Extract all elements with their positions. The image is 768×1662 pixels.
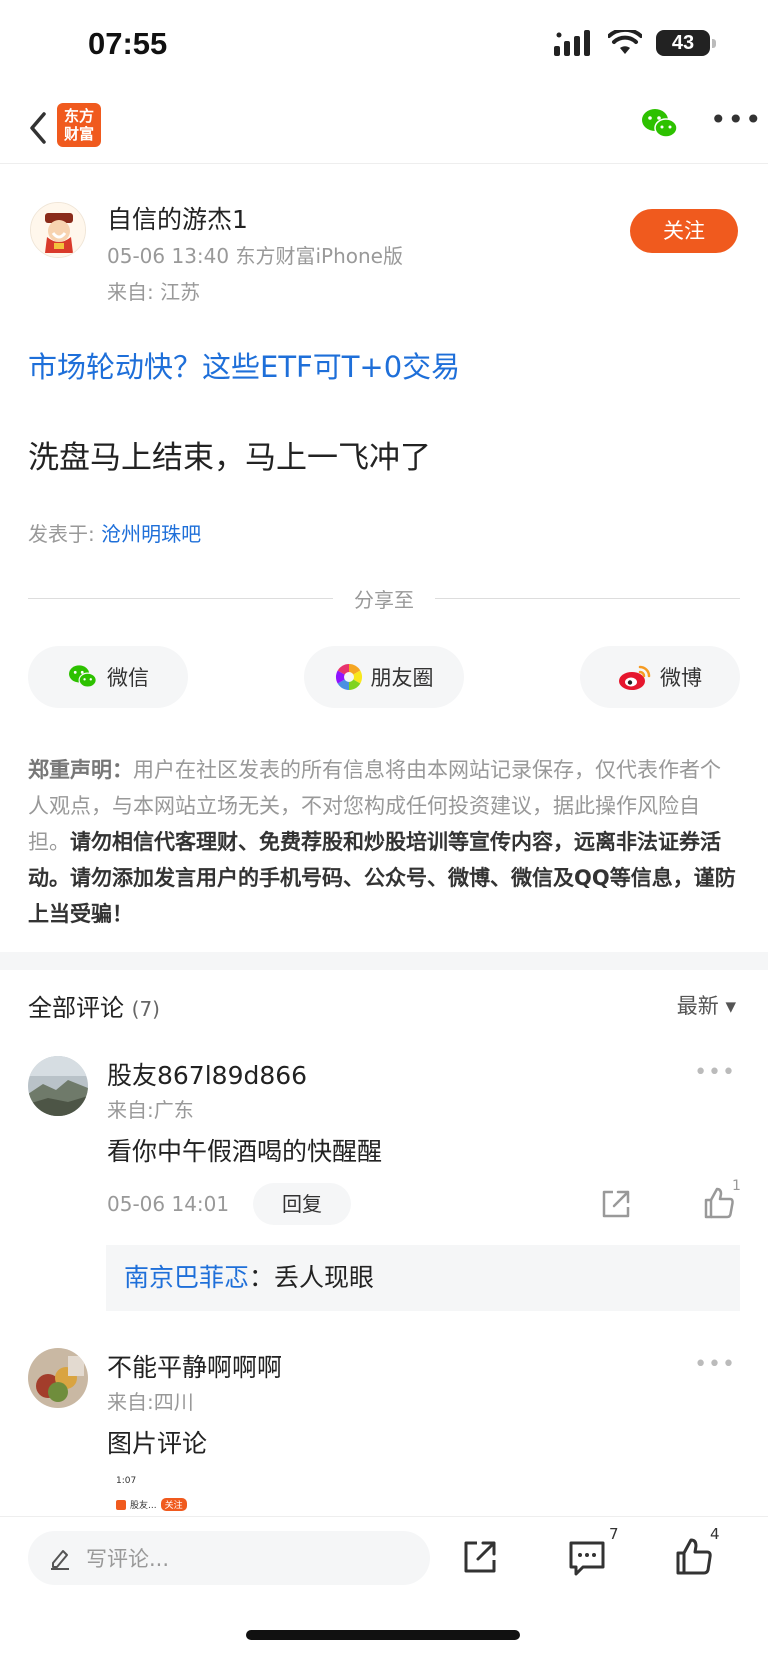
wechat-icon (69, 665, 97, 688)
comments-title: 全部评论 (28, 994, 124, 1022)
back-icon[interactable] (22, 104, 58, 152)
author-name[interactable]: 自信的游杰1 (107, 200, 248, 236)
commenter-avatar[interactable] (28, 1348, 88, 1408)
post-meta: 05-06 13:40 东方财富iPhone版 (107, 244, 403, 268)
nav-bar: 东方 财富 ••• (0, 92, 768, 164)
comments-count: (7) (131, 997, 160, 1021)
share-wechat-label: 微信 (107, 666, 149, 690)
status-bar: 07:55 43 (0, 0, 768, 90)
sub-reply[interactable]: 南京巴菲忑：丢人现眼 (106, 1245, 740, 1311)
reply-button[interactable]: 回复 (253, 1183, 351, 1225)
share-icon[interactable] (600, 1188, 632, 1220)
share-moments-label: 朋友圈 (370, 666, 434, 690)
pencil-icon (51, 1550, 69, 1570)
comment-more-icon[interactable]: ••• (694, 1352, 736, 1377)
comment-more-icon[interactable]: ••• (694, 1060, 736, 1085)
commenter-name[interactable]: 不能平静啊啊啊 (107, 1348, 282, 1384)
like-icon[interactable] (702, 1186, 736, 1220)
comment-text: 图片评论 (107, 1429, 208, 1458)
disclaimer: 郑重声明：用户在社区发表的所有信息将由本网站记录保存，仅代表作者个人观点，与本网… (28, 752, 740, 932)
comment-count: 7 (609, 1525, 619, 1543)
commenter-location: 来自:四川 (107, 1390, 194, 1414)
share-label: 分享至 (354, 588, 414, 612)
share-divider: 分享至 (28, 582, 740, 612)
sub-reply-separator: ： (249, 1263, 275, 1292)
bar-link[interactable]: 沧州明珠吧 (101, 522, 201, 546)
comment-icon[interactable] (567, 1537, 607, 1577)
share-wechat-button[interactable]: 微信 (28, 646, 188, 708)
share-weibo-button[interactable]: 微博 (580, 646, 740, 708)
comment-text: 看你中午假酒喝的快醒醒 (107, 1137, 383, 1166)
wifi-icon (608, 30, 642, 54)
status-time: 07:55 (88, 26, 168, 61)
share-row: 微信 朋友圈 微博 (28, 646, 740, 708)
comment-time: 05-06 14:01 (107, 1192, 230, 1216)
comment-image[interactable]: 1:07 股友... 关注 (106, 1476, 306, 1516)
app-logo: 东方 财富 (57, 103, 101, 147)
like-count: 1 (732, 1178, 741, 1194)
disclaimer-title: 郑重声明： (28, 758, 133, 782)
more-icon[interactable]: ••• (710, 106, 762, 142)
share-icon[interactable] (460, 1537, 500, 1577)
section-divider (0, 952, 768, 970)
comment-input-placeholder: 写评论... (86, 1547, 170, 1571)
commenter-avatar[interactable] (28, 1056, 88, 1116)
sort-dropdown[interactable]: 最新 ▾ (677, 990, 736, 1020)
battery-icon: 43 (656, 30, 716, 56)
thumb-logo (116, 1499, 126, 1510)
weibo-icon (619, 665, 651, 690)
bottom-bar: 写评论... 7 4 (0, 1516, 768, 1662)
thumb-follow: 关注 (160, 1498, 187, 1511)
posted-in: 发表于: 沧州明珠吧 (28, 518, 201, 547)
status-icons: 43 (554, 30, 716, 56)
wechat-icon[interactable] (640, 104, 680, 144)
like-count: 4 (710, 1525, 720, 1543)
author-avatar[interactable] (30, 202, 86, 258)
like-icon[interactable] (674, 1537, 714, 1577)
thumb-time: 1:07 (116, 1476, 137, 1486)
thumb-nav: 股友... 关注 (116, 1498, 187, 1511)
thumb-name: 股友... (130, 1501, 157, 1511)
post-body: 洗盘马上结束，马上一飞冲了 (28, 440, 431, 476)
commenter-name[interactable]: 股友867l89d866 (107, 1056, 307, 1092)
moments-icon (335, 663, 362, 691)
comments-header: 全部评论 (7) (28, 988, 160, 1023)
home-indicator (246, 1630, 520, 1640)
follow-button[interactable]: 关注 (630, 209, 738, 253)
cellular-signal-icon (554, 30, 590, 56)
share-weibo-label: 微博 (660, 666, 702, 690)
sub-reply-text: 丢人现眼 (274, 1263, 375, 1292)
author-location: 来自: 江苏 (107, 280, 201, 304)
posted-in-label: 发表于: (28, 522, 102, 546)
share-moments-button[interactable]: 朋友圈 (304, 646, 464, 708)
promo-link[interactable]: 市场轮动快？这些ETF可T+0交易 (28, 344, 460, 386)
commenter-location: 来自:广东 (107, 1098, 194, 1122)
sub-reply-user[interactable]: 南京巴菲忑 (124, 1263, 249, 1292)
disclaimer-warning: 请勿相信代客理财、免费荐股和炒股培训等宣传内容，远离非法证券活动。请勿添加发言用… (28, 830, 736, 926)
comment-input[interactable]: 写评论... (28, 1531, 430, 1585)
